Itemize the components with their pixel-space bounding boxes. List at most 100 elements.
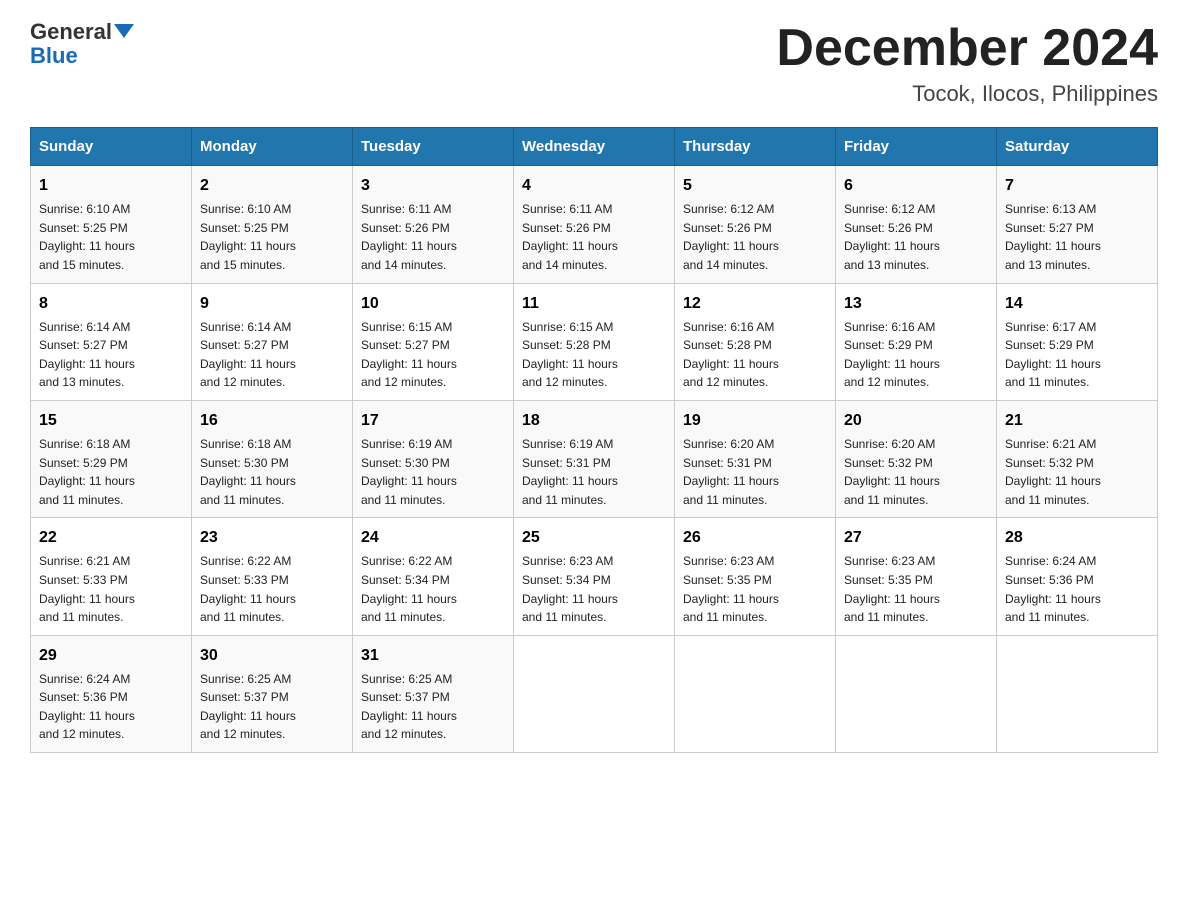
calendar-cell: 29Sunrise: 6:24 AMSunset: 5:36 PMDayligh… [31,635,192,752]
day-info: Sunrise: 6:25 AMSunset: 5:37 PMDaylight:… [200,670,344,744]
calendar-cell: 28Sunrise: 6:24 AMSunset: 5:36 PMDayligh… [997,518,1158,635]
logo: General Blue [30,20,134,68]
day-info: Sunrise: 6:12 AMSunset: 5:26 PMDaylight:… [844,200,988,274]
day-info: Sunrise: 6:11 AMSunset: 5:26 PMDaylight:… [522,200,666,274]
header-cell-tuesday: Tuesday [353,128,514,166]
day-number: 7 [1005,174,1149,198]
day-info: Sunrise: 6:21 AMSunset: 5:32 PMDaylight:… [1005,435,1149,509]
calendar-cell: 5Sunrise: 6:12 AMSunset: 5:26 PMDaylight… [675,166,836,283]
day-info: Sunrise: 6:24 AMSunset: 5:36 PMDaylight:… [39,670,183,744]
day-info: Sunrise: 6:18 AMSunset: 5:30 PMDaylight:… [200,435,344,509]
calendar-cell: 23Sunrise: 6:22 AMSunset: 5:33 PMDayligh… [192,518,353,635]
day-number: 20 [844,409,988,433]
day-number: 25 [522,526,666,550]
page-header: General Blue December 2024 Tocok, Ilocos… [30,20,1158,107]
day-info: Sunrise: 6:22 AMSunset: 5:34 PMDaylight:… [361,552,505,626]
calendar-cell: 19Sunrise: 6:20 AMSunset: 5:31 PMDayligh… [675,400,836,517]
day-info: Sunrise: 6:23 AMSunset: 5:35 PMDaylight:… [844,552,988,626]
calendar-table: SundayMondayTuesdayWednesdayThursdayFrid… [30,127,1158,753]
logo-general-text: General [30,19,112,44]
logo-triangle-icon [114,24,134,38]
day-number: 1 [39,174,183,198]
day-number: 23 [200,526,344,550]
calendar-cell: 25Sunrise: 6:23 AMSunset: 5:34 PMDayligh… [514,518,675,635]
calendar-cell: 2Sunrise: 6:10 AMSunset: 5:25 PMDaylight… [192,166,353,283]
header-cell-sunday: Sunday [31,128,192,166]
day-info: Sunrise: 6:23 AMSunset: 5:34 PMDaylight:… [522,552,666,626]
day-info: Sunrise: 6:15 AMSunset: 5:27 PMDaylight:… [361,318,505,392]
calendar-cell: 17Sunrise: 6:19 AMSunset: 5:30 PMDayligh… [353,400,514,517]
calendar-cell: 3Sunrise: 6:11 AMSunset: 5:26 PMDaylight… [353,166,514,283]
day-number: 29 [39,644,183,668]
day-number: 15 [39,409,183,433]
calendar-week-3: 15Sunrise: 6:18 AMSunset: 5:29 PMDayligh… [31,400,1158,517]
calendar-cell: 6Sunrise: 6:12 AMSunset: 5:26 PMDaylight… [836,166,997,283]
day-info: Sunrise: 6:13 AMSunset: 5:27 PMDaylight:… [1005,200,1149,274]
location-label: Tocok, Ilocos, Philippines [776,81,1158,107]
calendar-body: 1Sunrise: 6:10 AMSunset: 5:25 PMDaylight… [31,166,1158,753]
calendar-cell: 12Sunrise: 6:16 AMSunset: 5:28 PMDayligh… [675,283,836,400]
day-info: Sunrise: 6:20 AMSunset: 5:31 PMDaylight:… [683,435,827,509]
calendar-week-1: 1Sunrise: 6:10 AMSunset: 5:25 PMDaylight… [31,166,1158,283]
day-number: 12 [683,292,827,316]
day-info: Sunrise: 6:17 AMSunset: 5:29 PMDaylight:… [1005,318,1149,392]
day-info: Sunrise: 6:20 AMSunset: 5:32 PMDaylight:… [844,435,988,509]
header-cell-thursday: Thursday [675,128,836,166]
calendar-cell: 27Sunrise: 6:23 AMSunset: 5:35 PMDayligh… [836,518,997,635]
day-number: 30 [200,644,344,668]
day-number: 8 [39,292,183,316]
header-cell-wednesday: Wednesday [514,128,675,166]
day-number: 16 [200,409,344,433]
day-number: 24 [361,526,505,550]
day-info: Sunrise: 6:23 AMSunset: 5:35 PMDaylight:… [683,552,827,626]
day-info: Sunrise: 6:19 AMSunset: 5:30 PMDaylight:… [361,435,505,509]
day-number: 27 [844,526,988,550]
header-row: SundayMondayTuesdayWednesdayThursdayFrid… [31,128,1158,166]
calendar-cell: 20Sunrise: 6:20 AMSunset: 5:32 PMDayligh… [836,400,997,517]
day-info: Sunrise: 6:14 AMSunset: 5:27 PMDaylight:… [200,318,344,392]
calendar-cell: 9Sunrise: 6:14 AMSunset: 5:27 PMDaylight… [192,283,353,400]
day-number: 17 [361,409,505,433]
header-cell-saturday: Saturday [997,128,1158,166]
day-info: Sunrise: 6:22 AMSunset: 5:33 PMDaylight:… [200,552,344,626]
day-number: 2 [200,174,344,198]
calendar-week-2: 8 Sunrise: 6:14 AMSunset: 5:27 PMDaylight… [31,283,1158,400]
calendar-cell: 14Sunrise: 6:17 AMSunset: 5:29 PMDayligh… [997,283,1158,400]
calendar-week-5: 29Sunrise: 6:24 AMSunset: 5:36 PMDayligh… [31,635,1158,752]
calendar-header: SundayMondayTuesdayWednesdayThursdayFrid… [31,128,1158,166]
day-number: 10 [361,292,505,316]
day-info: Sunrise: 6:25 AMSunset: 5:37 PMDaylight:… [361,670,505,744]
day-number: 3 [361,174,505,198]
header-cell-friday: Friday [836,128,997,166]
calendar-cell [836,635,997,752]
day-info: Sunrise: 6:16 AMSunset: 5:29 PMDaylight:… [844,318,988,392]
day-info: Sunrise: 6:12 AMSunset: 5:26 PMDaylight:… [683,200,827,274]
day-info: Sunrise: 6:24 AMSunset: 5:36 PMDaylight:… [1005,552,1149,626]
day-number: 22 [39,526,183,550]
day-number: 18 [522,409,666,433]
calendar-cell: 7Sunrise: 6:13 AMSunset: 5:27 PMDaylight… [997,166,1158,283]
day-number: 4 [522,174,666,198]
calendar-cell [675,635,836,752]
header-cell-monday: Monday [192,128,353,166]
calendar-cell [514,635,675,752]
day-number: 26 [683,526,827,550]
day-number: 6 [844,174,988,198]
day-info: Sunrise: 6:10 AMSunset: 5:25 PMDaylight:… [39,200,183,274]
logo-blue-text: Blue [30,44,78,68]
calendar-cell: 21Sunrise: 6:21 AMSunset: 5:32 PMDayligh… [997,400,1158,517]
calendar-cell: 30Sunrise: 6:25 AMSunset: 5:37 PMDayligh… [192,635,353,752]
day-info: Sunrise: 6:11 AMSunset: 5:26 PMDaylight:… [361,200,505,274]
day-number: 9 [200,292,344,316]
calendar-cell: 11Sunrise: 6:15 AMSunset: 5:28 PMDayligh… [514,283,675,400]
day-number: 31 [361,644,505,668]
day-info: Sunrise: 6:21 AMSunset: 5:33 PMDaylight:… [39,552,183,626]
calendar-cell: 10Sunrise: 6:15 AMSunset: 5:27 PMDayligh… [353,283,514,400]
calendar-cell [997,635,1158,752]
day-info: Sunrise: 6:19 AMSunset: 5:31 PMDaylight:… [522,435,666,509]
day-number: 11 [522,292,666,316]
day-info: Sunrise: 6:18 AMSunset: 5:29 PMDaylight:… [39,435,183,509]
calendar-cell: 31Sunrise: 6:25 AMSunset: 5:37 PMDayligh… [353,635,514,752]
day-number: 5 [683,174,827,198]
calendar-cell: 13Sunrise: 6:16 AMSunset: 5:29 PMDayligh… [836,283,997,400]
